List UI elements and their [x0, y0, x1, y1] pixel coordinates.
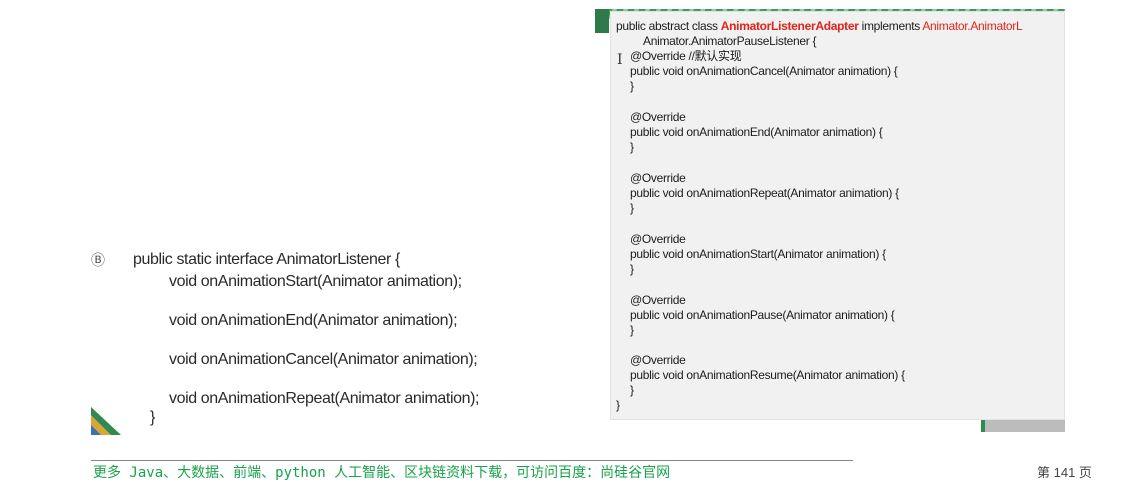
- code-line: public void onAnimationEnd(Animator anim…: [630, 125, 883, 139]
- text-cursor-icon: I: [617, 52, 623, 68]
- code-line: }: [630, 323, 634, 337]
- code-line: public void onAnimationResume(Animator a…: [630, 368, 905, 382]
- page-number: 第 141 页: [1037, 465, 1092, 480]
- code-line: public abstract class AnimatorListenerAd…: [616, 19, 1023, 33]
- footer-divider: [91, 460, 853, 461]
- footer-promo-text: 更多 Java、大数据、前端、python 人工智能、区块链资料下载，可访问百度…: [93, 465, 671, 481]
- code-line: public void onAnimationCancel(Animator a…: [630, 64, 898, 78]
- code-line: void onAnimationRepeat(Animator animatio…: [169, 390, 480, 407]
- interface-name-text: Animator.AnimatorL: [922, 19, 1023, 33]
- code-line: }: [630, 383, 634, 397]
- class-name-text: AnimatorListenerAdapter: [720, 19, 859, 33]
- code-keyword-text: public abstract class: [616, 19, 721, 33]
- code-line: @Override //默认实现: [630, 49, 742, 63]
- code-line: void onAnimationStart(Animator animation…: [169, 273, 462, 290]
- code-line: public void onAnimationPause(Animator an…: [630, 308, 895, 322]
- adapter-code-panel: public abstract class AnimatorListenerAd…: [610, 11, 1065, 420]
- code-line: }: [630, 140, 634, 154]
- ribbon-bullet-icon: Ⓑ: [91, 252, 105, 268]
- slide-corner-decoration-icon: [91, 407, 121, 435]
- code-line: }: [630, 201, 634, 215]
- code-line: @Override: [630, 293, 686, 307]
- panel-footer-bar: [981, 420, 1065, 432]
- code-line: }: [630, 79, 634, 93]
- code-line: void onAnimationEnd(Animator animation);: [169, 312, 458, 329]
- code-line: }: [616, 398, 620, 412]
- code-line: public void onAnimationRepeat(Animator a…: [630, 186, 899, 200]
- code-line: }: [150, 409, 155, 426]
- panel-footer-fill: [985, 420, 1065, 432]
- code-line: public void onAnimationStart(Animator an…: [630, 247, 886, 261]
- code-line: @Override: [630, 353, 686, 367]
- code-line: }: [630, 262, 634, 276]
- header-stripe-accent: [595, 9, 609, 33]
- code-keyword-text: implements: [858, 19, 923, 33]
- code-line: @Override: [630, 110, 686, 124]
- code-line: void onAnimationCancel(Animator animatio…: [169, 351, 478, 368]
- code-line: public static interface AnimatorListener…: [133, 251, 400, 268]
- code-line: @Override: [630, 232, 686, 246]
- code-line: @Override: [630, 171, 686, 185]
- code-line: Animator.AnimatorPauseListener {: [643, 34, 817, 48]
